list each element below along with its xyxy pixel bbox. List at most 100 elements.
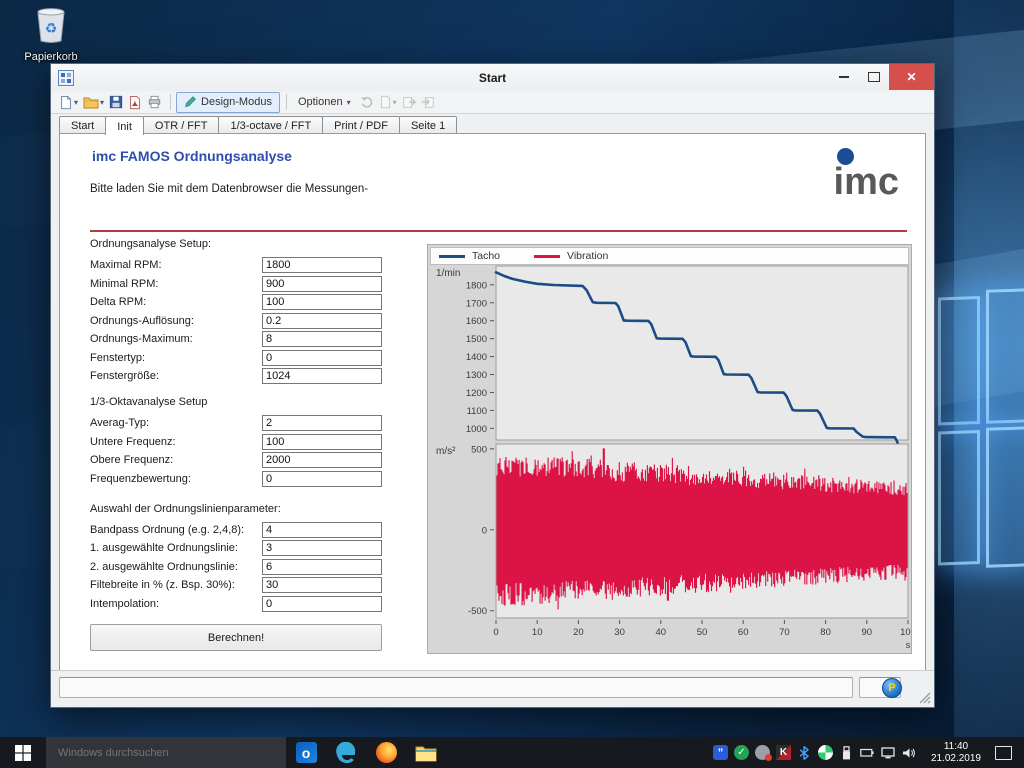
svg-text:0: 0 xyxy=(493,627,498,638)
window-titlebar[interactable]: Start ✕ xyxy=(51,64,934,92)
open-file-button[interactable]: ▾ xyxy=(81,93,106,111)
tab-init[interactable]: Init xyxy=(105,116,144,135)
field-input-maximal-rpm[interactable] xyxy=(262,257,382,273)
status-field xyxy=(59,677,853,698)
toolbar: ▾ ▾ Design-Modus Optionen ▾ ▾ xyxy=(51,91,934,114)
field-input-bandpass-ordnung[interactable] xyxy=(262,521,382,538)
field-input-fenstertyp[interactable] xyxy=(262,349,382,366)
tab-print-pdf[interactable]: Print / PDF xyxy=(322,116,400,134)
undo-button[interactable] xyxy=(358,93,376,111)
new-document-button[interactable]: ▾ xyxy=(57,93,80,111)
legend-label-tacho: Tacho xyxy=(472,250,501,262)
clock-time: 11:40 xyxy=(943,740,969,752)
status-bar: P xyxy=(51,670,934,707)
svg-text:1400: 1400 xyxy=(466,352,487,363)
export-button[interactable] xyxy=(419,93,437,111)
legend-item-vibration[interactable]: Vibration xyxy=(534,250,608,262)
taskbar-clock[interactable]: 11:40 21.02.2019 xyxy=(931,741,981,765)
page-button[interactable]: ▾ xyxy=(377,93,399,111)
field-label: Obere Frequenz: xyxy=(90,454,174,466)
form-row: Untere Frequenz: xyxy=(90,433,382,450)
print-button[interactable] xyxy=(145,93,164,111)
tray-bluetooth-icon[interactable] xyxy=(797,745,812,760)
recycle-bin-desktop-icon[interactable]: ♻ Papierkorb xyxy=(14,6,88,63)
field-input-ordnungslinie-2[interactable] xyxy=(262,558,382,575)
search-input[interactable] xyxy=(46,745,270,760)
tray-antivirus-ok-icon[interactable]: ✓ xyxy=(733,745,749,760)
form-row: 1. ausgewählte Ordnungslinie: xyxy=(90,540,382,556)
field-label: Delta RPM: xyxy=(90,296,147,308)
svg-text:1300: 1300 xyxy=(466,370,487,381)
tab-third-octave-fft[interactable]: 1/3-octave / FFT xyxy=(218,116,324,134)
taskbar-app-firefox[interactable] xyxy=(366,737,406,768)
section-header: Auswahl der Ordnungslinienparameter: xyxy=(90,502,281,515)
field-input-frequenzbewertung[interactable] xyxy=(262,470,382,487)
close-button[interactable]: ✕ xyxy=(889,64,934,90)
tab-seite-1[interactable]: Seite 1 xyxy=(398,116,458,134)
save-button[interactable] xyxy=(107,93,125,111)
form-row: Delta RPM: xyxy=(90,294,382,310)
resize-grip[interactable] xyxy=(919,692,931,704)
import-button[interactable] xyxy=(400,93,418,111)
svg-text:1700: 1700 xyxy=(466,298,487,309)
field-input-untere-frequenz[interactable] xyxy=(262,433,382,450)
tray-sync-alert-icon[interactable] xyxy=(754,745,772,761)
field-input-delta-rpm[interactable] xyxy=(262,294,382,310)
optionen-button[interactable]: Optionen ▾ xyxy=(292,93,357,111)
taskbar: o ” ✓ K xyxy=(0,737,1024,768)
field-input-ordnungslinie-1[interactable] xyxy=(262,540,382,556)
form-row: Fenstertyp: xyxy=(90,349,382,366)
svg-text:1500: 1500 xyxy=(466,334,487,345)
new-document-icon xyxy=(61,95,71,109)
design-modus-button[interactable]: Design-Modus xyxy=(176,91,280,113)
form-row: Ordnungs-Auflösung: xyxy=(90,312,382,329)
tray-kaspersky-icon[interactable]: K xyxy=(775,745,791,760)
berechnen-button[interactable]: Berechnen! xyxy=(90,624,382,651)
separator-rule xyxy=(90,230,907,232)
field-input-filtebreite[interactable] xyxy=(262,577,382,593)
maximize-button[interactable] xyxy=(859,64,889,90)
minimize-button[interactable] xyxy=(829,64,859,90)
panel-p-badge-icon: P xyxy=(882,678,902,698)
tray-battery-icon[interactable] xyxy=(860,745,875,760)
form-row: Bandpass Ordnung (e.g. 2,4,8): xyxy=(90,521,382,538)
legend-item-tacho[interactable]: Tacho xyxy=(439,250,500,262)
svg-text:60: 60 xyxy=(738,627,749,638)
taskbar-search[interactable] xyxy=(46,737,286,768)
tray-volume-icon[interactable] xyxy=(902,745,917,760)
field-input-obere-frequenz[interactable] xyxy=(262,452,382,468)
tray-messaging-icon[interactable]: ” xyxy=(712,745,728,760)
chevron-down-icon: ▾ xyxy=(392,97,397,107)
svg-text:s: s xyxy=(906,640,911,651)
svg-text:500: 500 xyxy=(471,444,487,455)
tray-network-icon[interactable] xyxy=(881,745,896,760)
tray-usb-icon[interactable] xyxy=(839,745,854,760)
form-row: Ordnungs-Maximum: xyxy=(90,331,382,347)
tray-pinwheel-icon[interactable] xyxy=(817,745,833,760)
svg-text:1100: 1100 xyxy=(467,406,487,417)
field-input-ordnungs-aufloesung[interactable] xyxy=(262,312,382,329)
field-label: 2. ausgewählte Ordnungslinie: xyxy=(90,560,238,573)
taskbar-app-explorer[interactable] xyxy=(406,737,446,768)
export-pdf-button[interactable] xyxy=(126,93,144,111)
field-input-minimal-rpm[interactable] xyxy=(262,275,382,292)
pdf-icon xyxy=(130,95,140,109)
field-input-intempolation[interactable] xyxy=(262,595,382,612)
tab-otr-fft[interactable]: OTR / FFT xyxy=(142,116,220,134)
tab-start[interactable]: Start xyxy=(59,116,107,134)
taskbar-app-edge[interactable] xyxy=(326,737,366,768)
action-center-icon[interactable] xyxy=(995,745,1012,760)
field-input-ordnungs-maximum[interactable] xyxy=(262,331,382,347)
panel-content: imc FAMOS Ordnungsanalyse Bitte laden Si… xyxy=(59,133,926,672)
field-input-fenstergroesse[interactable] xyxy=(262,368,382,384)
field-input-averag-typ[interactable] xyxy=(262,415,382,431)
section-header: 1/3-Oktavanalyse Setup xyxy=(90,396,208,408)
taskbar-app-outlook[interactable]: o xyxy=(286,737,326,768)
field-label: Frequenzbewertung: xyxy=(90,472,191,485)
windows-logo-glow xyxy=(930,286,1024,579)
svg-text:♻: ♻ xyxy=(45,20,58,36)
parameter-form: Ordnungsanalyse Setup: Maximal RPM: Mini… xyxy=(90,238,382,651)
close-icon: ✕ xyxy=(906,70,917,84)
svg-text:1800: 1800 xyxy=(466,280,487,291)
start-button[interactable] xyxy=(0,737,46,768)
